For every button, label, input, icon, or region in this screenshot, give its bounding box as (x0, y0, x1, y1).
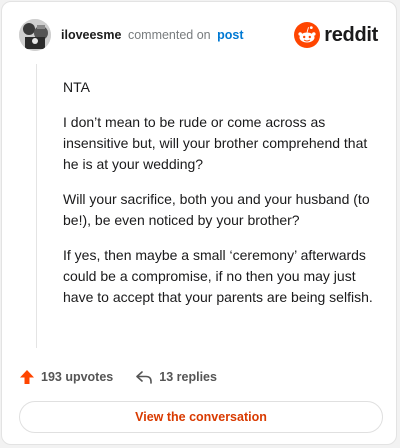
reddit-brand[interactable]: reddit (294, 21, 378, 49)
reddit-wordmark: reddit (324, 23, 378, 46)
post-link[interactable]: post (217, 28, 243, 42)
comment-actions: 193 upvotes 13 replies (19, 365, 239, 389)
upvote-count: 193 upvotes (41, 370, 114, 384)
replies-count: 13 replies (159, 370, 217, 384)
username[interactable]: iloveesme (61, 28, 121, 42)
thread-line (36, 64, 37, 348)
avatar[interactable] (19, 19, 51, 51)
comment-paragraph: I don’t mean to be rude or come across a… (63, 114, 368, 172)
comment-body: NTA I don’t mean to be rude or come acro… (63, 77, 381, 322)
commented-on-text: commented on (127, 28, 211, 42)
comment-header: iloveesme commented on post reddit (19, 19, 380, 51)
view-conversation-button[interactable]: View the conversation (19, 401, 383, 433)
reddit-logo-icon (294, 22, 321, 48)
replies-button[interactable]: 13 replies (135, 369, 217, 385)
upvote-button[interactable]: 193 upvotes (19, 369, 113, 385)
upvote-arrow-icon (20, 370, 34, 384)
avatar-image (19, 19, 51, 51)
comment-paragraph: Will your sacrifice, both you and your h… (63, 191, 370, 228)
comment-paragraph: NTA (63, 79, 90, 95)
comment-paragraph: If yes, then maybe a small ‘ceremony’ af… (63, 247, 373, 305)
comment-card: iloveesme commented on post reddit NTA I… (1, 1, 397, 445)
comment-meta: iloveesme commented on post (61, 28, 244, 42)
reply-arrow-icon (136, 371, 153, 384)
